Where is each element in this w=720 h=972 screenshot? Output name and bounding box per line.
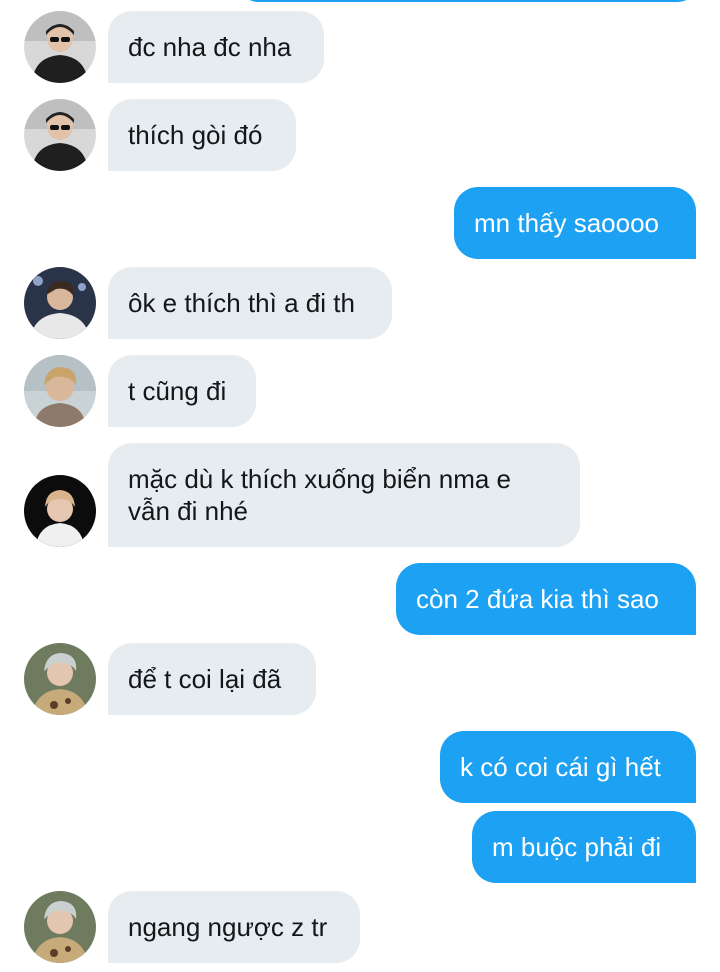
avatar-user-e[interactable] [24, 643, 96, 715]
message-bubble-incoming[interactable]: mặc dù k thích xuống biển nma e vẫn đi n… [108, 443, 580, 547]
message-bubble-outgoing[interactable]: còn 2 đứa kia thì sao [396, 563, 696, 635]
message-text: m buộc phải đi [492, 832, 662, 862]
user-b-icon [24, 267, 96, 339]
avatar-user-e[interactable] [24, 891, 96, 963]
user-d-icon [24, 475, 96, 547]
message-text: k có coi cái gì hết [460, 752, 661, 782]
avatar-user-b[interactable] [24, 267, 96, 339]
user-e-icon [24, 643, 96, 715]
message-bubble-incoming[interactable]: t cũng đi [108, 355, 256, 427]
message-text: ngang ngược z tr [128, 912, 328, 942]
user-c-icon [24, 355, 96, 427]
message-bubble-incoming[interactable]: đc nha đc nha [108, 11, 324, 83]
avatar-user-a[interactable] [24, 99, 96, 171]
message-text: thích gòi đó [128, 120, 263, 150]
previous-message-bubble-partial[interactable] [240, 0, 696, 2]
message-text: đc nha đc nha [128, 32, 292, 62]
message-text: mặc dù k thích xuống biển nma e vẫn đi n… [128, 464, 512, 526]
avatar-user-c[interactable] [24, 355, 96, 427]
message-bubble-incoming[interactable]: ngang ngược z tr [108, 891, 360, 963]
message-text: mn thấy saoooo [474, 208, 660, 238]
user-a-icon [24, 99, 96, 171]
message-text: ôk e thích thì a đi th [128, 288, 355, 318]
avatar-user-d[interactable] [24, 475, 96, 547]
message-bubble-incoming[interactable]: để t coi lại đã [108, 643, 316, 715]
message-text: t cũng đi [128, 376, 227, 406]
message-text: còn 2 đứa kia thì sao [416, 584, 659, 614]
message-bubble-incoming[interactable]: thích gòi đó [108, 99, 296, 171]
message-bubble-outgoing[interactable]: m buộc phải đi [472, 811, 696, 883]
chat-thread: đc nha đc nha thích gòi đó mn thấy saooo… [0, 0, 720, 972]
user-e-icon [24, 891, 96, 963]
message-bubble-outgoing[interactable]: mn thấy saoooo [454, 187, 696, 259]
user-a-icon [24, 11, 96, 83]
avatar-user-a[interactable] [24, 11, 96, 83]
message-bubble-outgoing[interactable]: k có coi cái gì hết [440, 731, 696, 803]
message-text: để t coi lại đã [128, 664, 282, 694]
message-bubble-incoming[interactable]: ôk e thích thì a đi th [108, 267, 392, 339]
